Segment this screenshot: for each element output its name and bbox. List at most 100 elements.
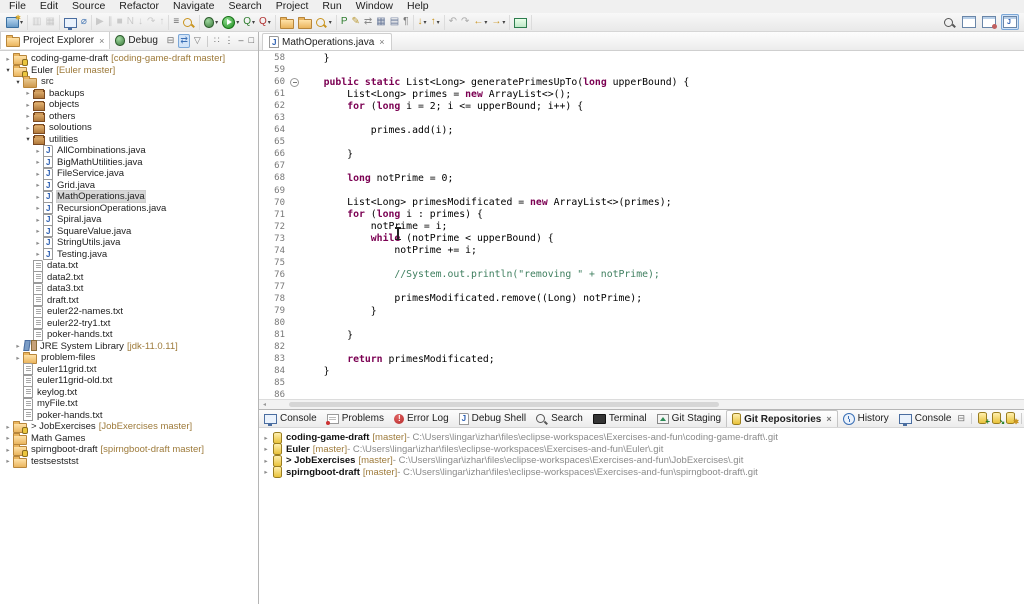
tree-item-stringutils-java[interactable]: ▸StringUtils.java xyxy=(0,237,258,249)
line-number[interactable]: 70 xyxy=(259,198,289,208)
tab-debug-shell[interactable]: Debug Shell xyxy=(454,411,531,427)
code-line[interactable]: 79 } xyxy=(259,305,1024,317)
menu-window[interactable]: Window xyxy=(349,0,400,13)
search-button[interactable] xyxy=(943,16,957,29)
expander-icon[interactable]: ▸ xyxy=(33,216,43,224)
next-annotation-button[interactable]: ↓▾ xyxy=(417,16,428,28)
dropdown-arrow-icon[interactable]: ▾ xyxy=(252,19,255,26)
line-number[interactable]: 82 xyxy=(259,342,289,352)
close-icon[interactable]: × xyxy=(99,36,104,46)
forward-button[interactable]: →▾ xyxy=(490,16,506,28)
expander-icon[interactable]: ▸ xyxy=(3,434,13,442)
profile-button[interactable]: Q▾ xyxy=(258,16,272,28)
menu-edit[interactable]: Edit xyxy=(33,0,65,13)
dropdown-arrow-icon[interactable]: ▾ xyxy=(329,19,332,26)
tree-item-keylog-txt[interactable]: keylog.txt xyxy=(0,387,258,399)
line-number[interactable]: 74 xyxy=(259,246,289,256)
line-number[interactable]: 78 xyxy=(259,294,289,304)
line-number[interactable]: 68 xyxy=(259,173,289,183)
skip-all-breakpoints-button[interactable]: ⌀ xyxy=(80,16,88,28)
previous-annotation-button[interactable]: ↑▾ xyxy=(430,16,441,28)
tree-item-testing-java[interactable]: ▸Testing.java xyxy=(0,249,258,261)
expander-icon[interactable]: ▸ xyxy=(13,354,23,362)
show-whitespace-button[interactable]: ¶ xyxy=(402,16,409,28)
code-line[interactable]: 70 List<Long> primesModificated = new Ar… xyxy=(259,197,1024,209)
tree-item-mathoperations-java[interactable]: ▸MathOperations.java xyxy=(0,191,258,203)
expander-icon[interactable]: ▸ xyxy=(33,239,43,247)
dropdown-arrow-icon[interactable]: ▾ xyxy=(484,19,487,26)
code-line[interactable]: 69 xyxy=(259,185,1024,197)
tree-item-data3-txt[interactable]: data3.txt xyxy=(0,283,258,295)
menu-search[interactable]: Search xyxy=(221,0,268,13)
menu-file[interactable]: File xyxy=(2,0,33,13)
expander-icon[interactable]: ▸ xyxy=(261,457,271,465)
table-view-button[interactable]: ▤ xyxy=(389,16,400,28)
expander-icon[interactable]: ▸ xyxy=(23,89,33,97)
line-number[interactable]: 81 xyxy=(259,330,289,340)
menu-run[interactable]: Run xyxy=(315,0,348,13)
line-number[interactable]: 67 xyxy=(259,161,289,171)
scrollbar-thumb[interactable] xyxy=(289,402,719,407)
line-number[interactable]: 59 xyxy=(259,65,289,75)
menu-help[interactable]: Help xyxy=(400,0,436,13)
tab-project-explorer[interactable]: Project Explorer× xyxy=(0,32,110,49)
line-number[interactable]: 66 xyxy=(259,149,289,159)
code-line[interactable]: 84 } xyxy=(259,365,1024,377)
new-table-button[interactable]: ▦ xyxy=(375,16,386,28)
tab-console[interactable]: Console xyxy=(259,411,322,427)
line-number[interactable]: 72 xyxy=(259,222,289,232)
save-all-button[interactable]: ▦ xyxy=(44,16,55,28)
tree-item-backups[interactable]: ▸backups xyxy=(0,88,258,100)
line-number[interactable]: 63 xyxy=(259,113,289,123)
code-line[interactable]: 76 //System.out.println("removing " + no… xyxy=(259,269,1024,281)
open-perspective-button[interactable] xyxy=(961,15,977,29)
code-line[interactable]: 59 xyxy=(259,64,1024,76)
tab-debug[interactable]: Debug xyxy=(110,32,163,49)
line-number[interactable]: 69 xyxy=(259,186,289,196)
tree-item-allcombinations-java[interactable]: ▸AllCombinations.java xyxy=(0,145,258,157)
line-number[interactable]: 62 xyxy=(259,101,289,111)
tree-item-others[interactable]: ▸others xyxy=(0,111,258,123)
code-line[interactable]: 68 long notPrime = 0; xyxy=(259,172,1024,184)
code-line[interactable]: 60 public static List<Long> generatePrim… xyxy=(259,76,1024,88)
line-number[interactable]: 60 xyxy=(259,77,289,87)
git-repositories-list[interactable]: ▸coding-game-draft[master] - C:\Users\li… xyxy=(259,428,1024,478)
tree-item-jre-system-library[interactable]: ▸JRE System Library[jdk-11.0.11] xyxy=(0,341,258,353)
save-button[interactable]: ▥ xyxy=(31,16,42,28)
expander-icon[interactable]: ▾ xyxy=(3,66,13,74)
tree-item-src[interactable]: ▾src xyxy=(0,76,258,88)
tree-item-euler22-names-txt[interactable]: euler22-names.txt xyxy=(0,306,258,318)
java-perspective-button[interactable] xyxy=(1001,14,1019,30)
line-number[interactable]: 79 xyxy=(259,306,289,316)
sync-pages-button[interactable]: ⇄ xyxy=(363,16,373,28)
fold-marker-icon[interactable] xyxy=(289,76,300,88)
pin-editor-button[interactable] xyxy=(513,16,528,29)
tab-search[interactable]: Search xyxy=(531,411,588,427)
tree-item-math-games[interactable]: ▸Math Games xyxy=(0,433,258,445)
tree-item-problem-files[interactable]: ▸problem-files xyxy=(0,352,258,364)
maximize-button[interactable]: □ xyxy=(248,35,255,47)
tree-item-utilities[interactable]: ▾utilities xyxy=(0,134,258,146)
menu-refactor[interactable]: Refactor xyxy=(112,0,166,13)
line-number[interactable]: 86 xyxy=(259,390,289,399)
view-menu-button[interactable]: ⋮ xyxy=(224,35,235,47)
repo-row-coding-game-draft[interactable]: ▸coding-game-draft[master] - C:\Users\li… xyxy=(261,432,1024,444)
expander-icon[interactable]: ▸ xyxy=(33,204,43,212)
tree-item-poker-hands-txt[interactable]: poker-hands.txt xyxy=(0,410,258,422)
code-line[interactable]: 61 List<Long> primes = new ArrayList<>()… xyxy=(259,88,1024,100)
code-line[interactable]: 74 notPrime += i; xyxy=(259,245,1024,257)
tree-item-draft-txt[interactable]: draft.txt xyxy=(0,295,258,307)
code-line[interactable]: 75 xyxy=(259,257,1024,269)
code-line[interactable]: 63 xyxy=(259,112,1024,124)
last-edit-location-button[interactable]: ↶ xyxy=(448,16,458,28)
focus-on-active-task-button[interactable]: ∷ xyxy=(213,35,221,47)
dropdown-arrow-icon[interactable]: ▾ xyxy=(215,19,218,26)
code-line[interactable]: 77 xyxy=(259,281,1024,293)
code-line[interactable]: 83 return primesModificated; xyxy=(259,353,1024,365)
line-number[interactable]: 64 xyxy=(259,125,289,135)
line-number[interactable]: 76 xyxy=(259,270,289,280)
tab-console[interactable]: Console xyxy=(894,411,957,427)
expander-icon[interactable]: ▾ xyxy=(23,135,33,143)
search-toolbar-button[interactable]: ▾ xyxy=(315,16,333,29)
tab-git-staging[interactable]: Git Staging xyxy=(652,411,726,427)
